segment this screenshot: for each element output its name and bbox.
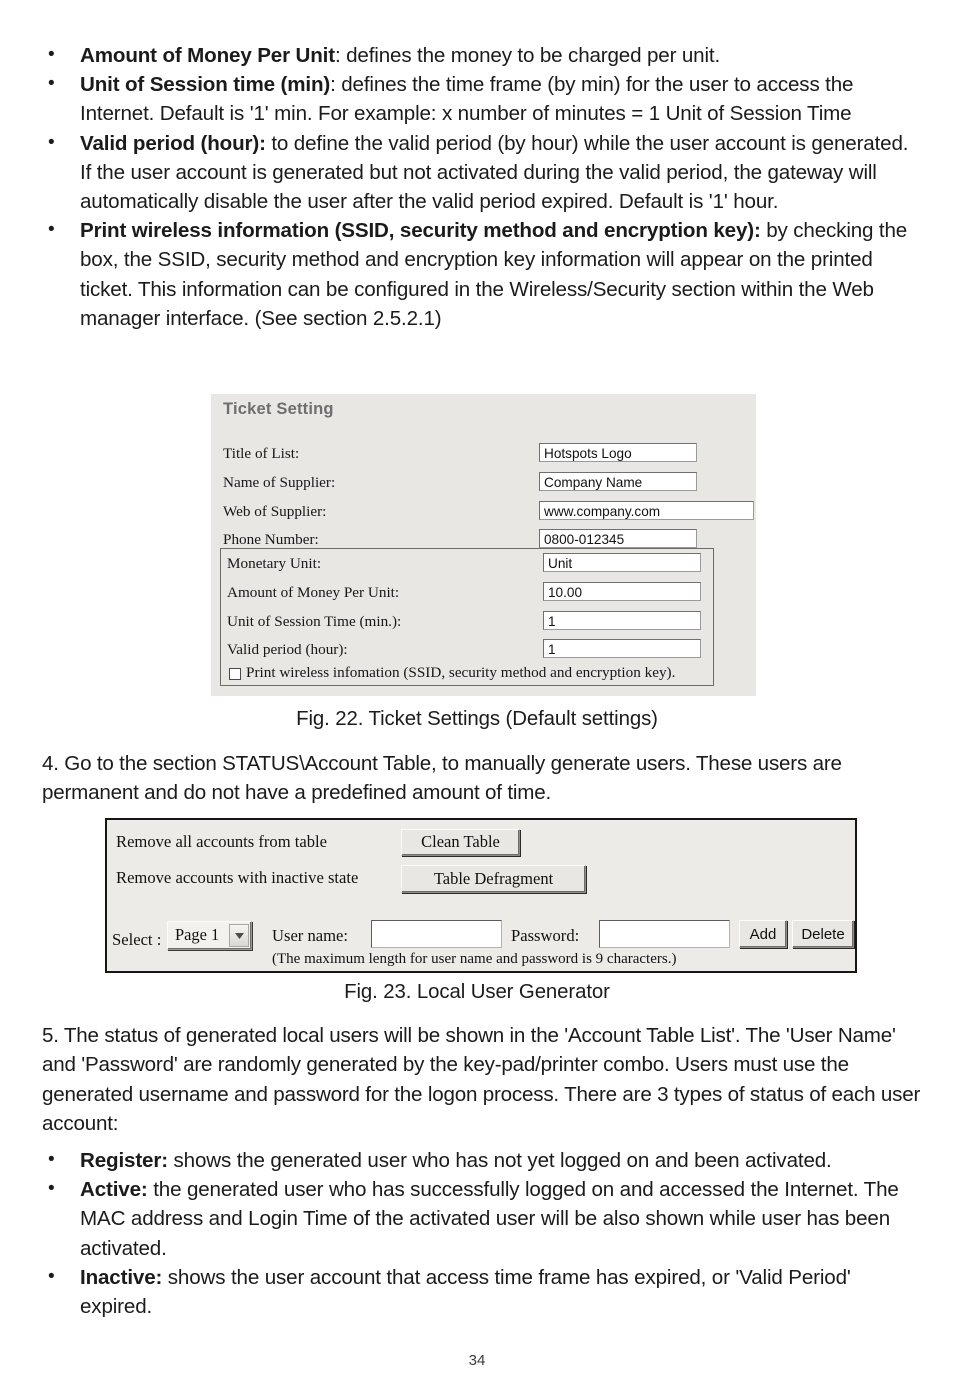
page-number: 34 xyxy=(468,1352,486,1369)
unit-of-session-time-input[interactable]: 1 xyxy=(543,611,701,630)
remove-all-accounts-label: Remove all accounts from table xyxy=(116,832,328,851)
bullet-lead: Inactive: xyxy=(80,1265,163,1289)
list-item: Register: shows the generated user who h… xyxy=(42,1145,914,1175)
top-bullet-list: Amount of Money Per Unit: defines the mo… xyxy=(42,40,914,333)
valid-period-input[interactable]: 1 xyxy=(543,639,701,658)
field-label: Title of List: xyxy=(223,445,300,462)
name-of-supplier-input[interactable]: Company Name xyxy=(539,472,697,491)
field-label: Name of Supplier: xyxy=(223,474,336,491)
list-item: Valid period (hour): to define the valid… xyxy=(42,128,914,217)
list-item: Amount of Money Per Unit: defines the mo… xyxy=(42,40,914,70)
bullet-text: shows the generated user who has not yet… xyxy=(167,1149,832,1172)
password-label: Password: xyxy=(511,926,580,945)
local-user-generator-panel: Remove all accounts from table Clean Tab… xyxy=(105,818,857,973)
step-5-paragraph: 5. The status of generated local users w… xyxy=(42,1024,921,1136)
amount-of-money-per-unit-input[interactable]: 10.00 xyxy=(543,582,701,601)
figure-22-caption: Fig. 22. Ticket Settings (Default settin… xyxy=(296,708,658,730)
print-wireless-info-checkbox[interactable] xyxy=(229,668,241,680)
bullet-text: : defines the money to be charged per un… xyxy=(334,44,721,67)
list-item: Unit of Session time (min): defines the … xyxy=(42,69,914,128)
user-name-input[interactable] xyxy=(371,920,502,948)
bullet-lead: Amount of Money Per Unit xyxy=(80,44,335,67)
ticket-setting-title: Ticket Setting xyxy=(223,400,334,418)
select-page-label: Select : xyxy=(112,930,162,949)
bullet-lead: Active: xyxy=(80,1178,148,1202)
bullet-lead: Register: xyxy=(80,1149,168,1172)
web-of-supplier-input[interactable]: www.company.com xyxy=(539,501,754,520)
clean-table-button[interactable]: Clean Table xyxy=(401,829,520,856)
field-label: Amount of Money Per Unit: xyxy=(227,584,400,601)
monetary-unit-input[interactable]: Unit xyxy=(543,553,701,572)
ticket-setting-panel: Ticket Setting Title of List: Hotspots L… xyxy=(211,394,756,696)
field-label: Unit of Session Time (min.): xyxy=(227,613,402,630)
bullet-text: shows the user account that access time … xyxy=(80,1265,851,1319)
field-label: Web of Supplier: xyxy=(223,503,327,520)
field-label: Phone Number: xyxy=(223,531,319,548)
bullet-lead: Unit of Session time (min) xyxy=(80,73,331,97)
field-label: Monetary Unit: xyxy=(227,555,322,572)
field-label: Valid period (hour): xyxy=(227,641,348,658)
table-defragment-button[interactable]: Table Defragment xyxy=(401,865,586,893)
figure-23-caption: Fig. 23. Local User Generator xyxy=(344,981,610,1003)
page-select-dropdown[interactable]: Page 1 xyxy=(167,921,252,950)
print-wireless-info-label: Print wireless infomation (SSID, securit… xyxy=(246,664,676,681)
phone-number-input[interactable]: 0800-012345 xyxy=(539,529,697,548)
list-item: Active: the generated user who has succe… xyxy=(42,1174,914,1263)
remove-inactive-accounts-label: Remove accounts with inactive state xyxy=(116,868,359,887)
password-input[interactable] xyxy=(599,920,730,948)
bullet-lead: Valid period (hour): xyxy=(80,131,266,155)
bottom-bullet-list: Register: shows the generated user who h… xyxy=(42,1145,914,1321)
list-item: Print wireless information (SSID, securi… xyxy=(42,215,914,333)
delete-button[interactable]: Delete xyxy=(792,920,854,948)
step-4-paragraph: 4. Go to the section STATUS\Account Tabl… xyxy=(42,752,842,805)
ticket-pricing-group: Monetary Unit: Unit Amount of Money Per … xyxy=(220,548,714,686)
chevron-down-icon xyxy=(229,924,249,947)
list-item: Inactive: shows the user account that ac… xyxy=(42,1262,914,1321)
title-of-list-input[interactable]: Hotspots Logo xyxy=(539,443,697,462)
max-length-hint: (The maximum length for user name and pa… xyxy=(272,951,677,967)
bullet-lead: Print wireless information (SSID, securi… xyxy=(80,219,761,243)
page-select-value: Page 1 xyxy=(175,925,220,944)
bullet-text: the generated user who has successfully … xyxy=(80,1178,899,1260)
document-page: Amount of Money Per Unit: defines the mo… xyxy=(0,0,954,1388)
user-name-label: User name: xyxy=(272,926,349,945)
add-button[interactable]: Add xyxy=(739,920,787,948)
